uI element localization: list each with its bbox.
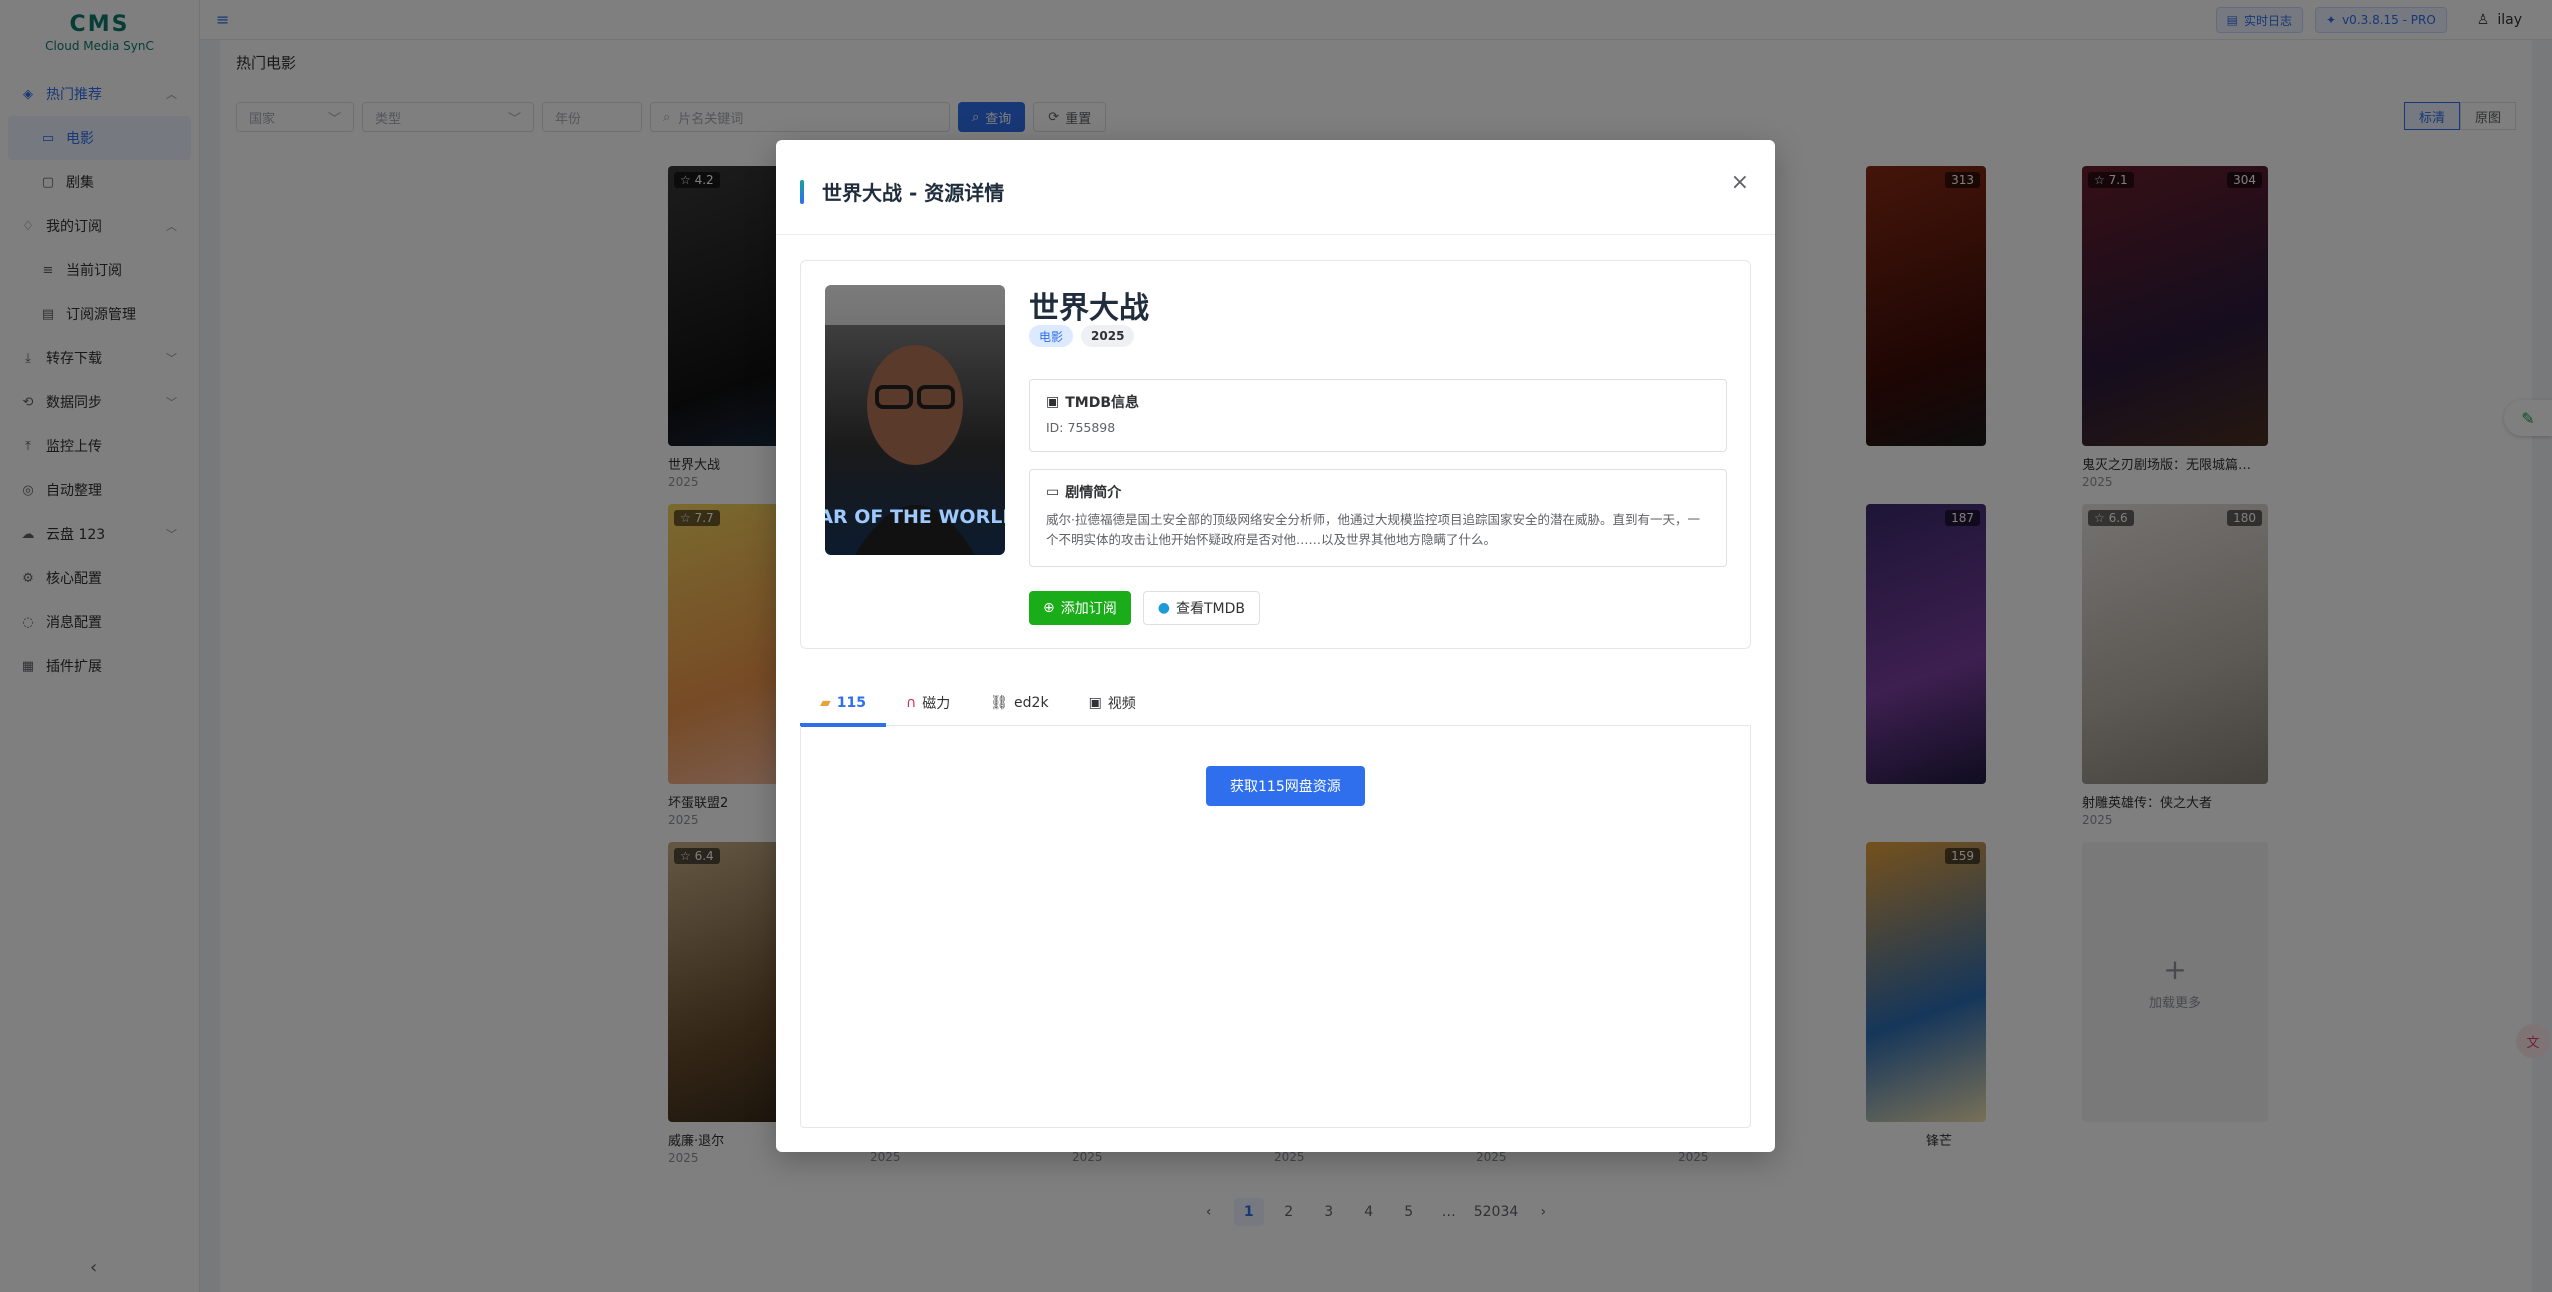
tab-label: 115 [836, 695, 867, 711]
close-icon[interactable]: × [1731, 170, 1749, 195]
tab-label: 磁力 [922, 696, 951, 712]
plus-icon: ⊕ [1043, 600, 1055, 616]
tab-magnet[interactable]: ∩ 磁力 [886, 680, 970, 726]
add-subscription-button[interactable]: ⊕ 添加订阅 [1029, 591, 1131, 625]
link-icon: ⛓ [990, 695, 1009, 711]
overview-title: 剧情简介 [1065, 485, 1122, 501]
resource-tabs: ▰ 115 ∩ 磁力 ⛓ ed2k ▣ 视频 [800, 680, 1751, 727]
fetch-115-resources-button[interactable]: 获取115网盘资源 [1206, 766, 1365, 806]
year-tag: 2025 [1081, 325, 1135, 347]
poster-image: WAR OF THE WORLDS [825, 285, 1005, 555]
type-tag: 电影 [1029, 325, 1074, 347]
tmdb-info-heading: ▣ TMDB信息 [1046, 392, 1710, 412]
movie-tags: 电影 2025 [1029, 325, 1135, 347]
tab-panel-115: 获取115网盘资源 [800, 726, 1751, 1128]
movie-poster: WAR OF THE WORLDS [825, 285, 1005, 555]
globe-icon: ● [1157, 600, 1170, 616]
view-tmdb-button[interactable]: ● 查看TMDB [1142, 591, 1260, 625]
tab-ed2k[interactable]: ⛓ ed2k [970, 680, 1068, 726]
folder-icon: ▰ [820, 695, 831, 711]
poster-title-text: WAR OF THE WORLDS [825, 506, 1005, 528]
action-buttons: ⊕ 添加订阅 ● 查看TMDB [1029, 591, 1260, 625]
resource-detail-dialog: 世界大战 - 资源详情 × WAR OF THE WORLDS [776, 140, 1775, 1152]
overview-heading: ▭ 剧情简介 [1046, 482, 1710, 502]
view-tmdb-label: 查看TMDB [1175, 601, 1245, 617]
add-subscription-label: 添加订阅 [1060, 601, 1117, 617]
dialog-header: 世界大战 - 资源详情 × [776, 140, 1775, 235]
movie-title: 世界大战 [1029, 291, 1149, 326]
tab-label: ed2k [1014, 695, 1049, 711]
tmdb-info-title: TMDB信息 [1065, 395, 1140, 411]
tv-icon: ▣ [1088, 695, 1102, 711]
overview-card: ▭ 剧情简介 威尔·拉德福德是国土安全部的顶级网络安全分析师，他通过大规模监控项目… [1029, 469, 1727, 567]
book-icon: ▭ [1046, 484, 1060, 500]
tab-115[interactable]: ▰ 115 [800, 680, 887, 727]
tv-icon: ▣ [1046, 394, 1060, 410]
overview-text: 威尔·拉德福德是国土安全部的顶级网络安全分析师，他通过大规模监控项目追踪国家安全… [1046, 512, 1700, 547]
dialog-title: 世界大战 - 资源详情 [822, 181, 1005, 205]
movie-info-card: WAR OF THE WORLDS 世界大战 电影 2025 ▣ TMDB信息 I… [800, 260, 1751, 649]
magnet-icon: ∩ [906, 695, 917, 711]
tmdb-info-card: ▣ TMDB信息 ID: 755898 [1029, 379, 1727, 452]
tmdb-id: ID: 755898 [1046, 420, 1116, 435]
title-accent-bar [800, 180, 804, 204]
tab-label: 视频 [1107, 696, 1136, 712]
tab-video[interactable]: ▣ 视频 [1069, 680, 1156, 726]
